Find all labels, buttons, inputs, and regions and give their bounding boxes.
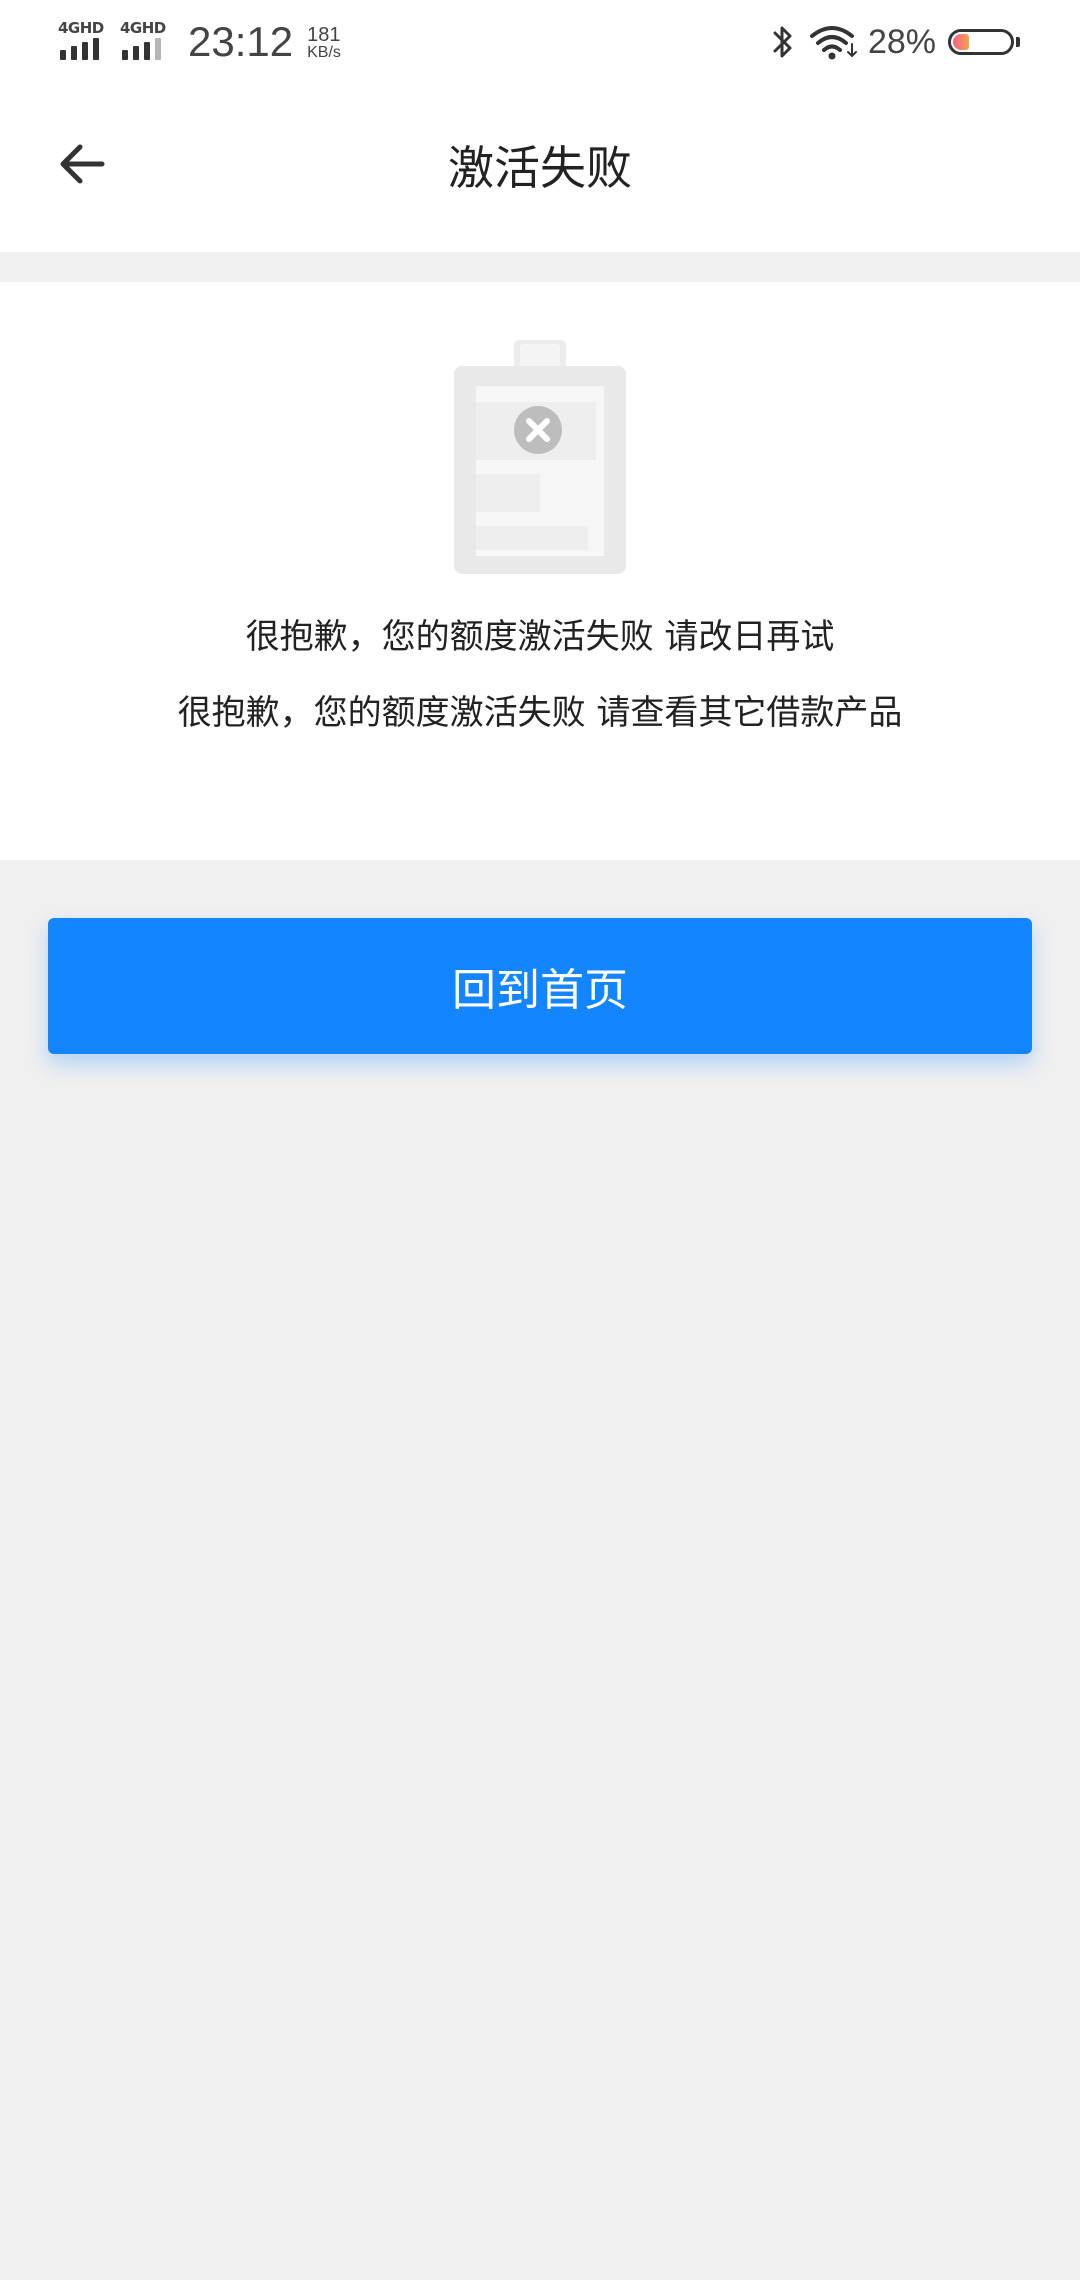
battery-icon (948, 29, 1014, 55)
failure-messages: 很抱歉，您的额度激活失败 请改日再试 很抱歉，您的额度激活失败 请查看其它借款产… (0, 612, 1080, 738)
page-title: 激活失败 (448, 141, 632, 195)
cellular-signal-2: 4GHD (120, 16, 168, 68)
battery-tip (1016, 37, 1020, 47)
result-card: 很抱歉，您的额度激活失败 请改日再试 很抱歉，您的额度激活失败 请查看其它借款产… (0, 282, 1080, 860)
failure-message-1: 很抱歉，您的额度激活失败 请改日再试 (245, 617, 835, 657)
status-bar-left: 4GHD 4GHD 23:12 181 KB/s (58, 14, 341, 70)
network-speed-value: 181 (307, 24, 341, 46)
battery-percent: 28% (867, 22, 936, 61)
app-header: 激活失败 (0, 84, 1080, 252)
bluetooth-icon (770, 22, 796, 62)
failed-clipboard-icon (454, 340, 626, 574)
clock: 23:12 (188, 18, 294, 65)
failure-message-2: 很抱歉，您的额度激活失败 请查看其它借款产品 (177, 693, 903, 733)
wifi-icon (808, 22, 858, 62)
battery-level-fill (953, 34, 969, 50)
cellular-signal-1: 4GHD (58, 16, 106, 68)
network-type-label-1: 4GHD (58, 19, 104, 37)
network-type-label-2: 4GHD (120, 19, 166, 37)
status-bar-right: 28% (770, 18, 1020, 66)
signal-bars-2-icon (122, 38, 166, 60)
status-bar: 4GHD 4GHD 23:12 181 KB/s 28% (0, 0, 1080, 84)
signal-bars-1-icon (60, 38, 104, 60)
back-to-home-button[interactable]: 回到首页 (48, 918, 1032, 1054)
network-speed: 181 KB/s (307, 22, 341, 62)
network-speed-unit: KB/s (307, 44, 341, 61)
